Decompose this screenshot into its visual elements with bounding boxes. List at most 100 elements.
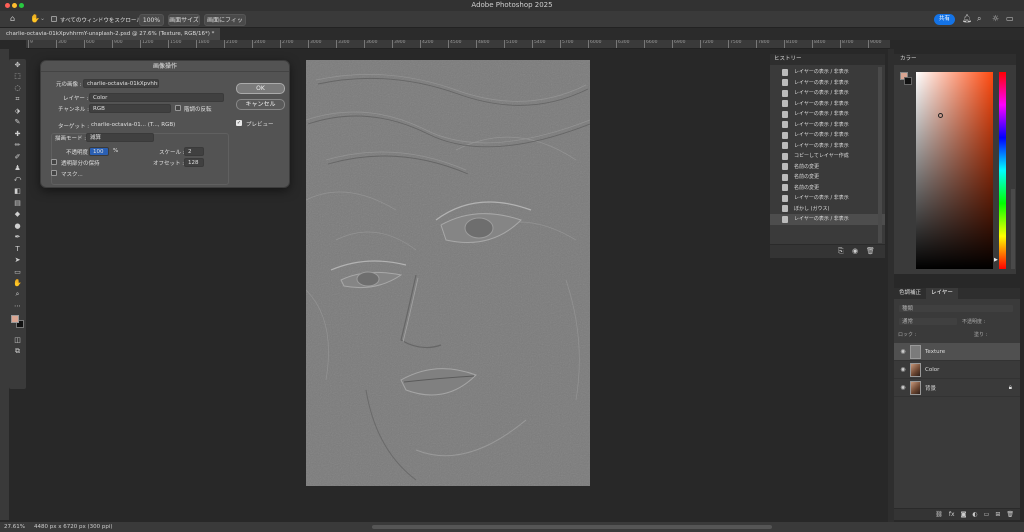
clone-stamp-icon[interactable]: ♟ (9, 163, 26, 175)
zoom-level[interactable]: 27.61% (4, 522, 25, 532)
dodge-tool-icon[interactable]: ● (9, 220, 26, 232)
new-document-from-state-icon[interactable]: ⎘ (838, 247, 844, 256)
search-icon[interactable]: ⌕ (977, 14, 981, 24)
snapshot-camera-icon[interactable]: ◉ (852, 247, 858, 255)
gradient-icon[interactable]: ▤ (9, 197, 26, 209)
color-picker-field[interactable] (916, 72, 993, 269)
document-canvas[interactable] (306, 60, 590, 486)
history-tab[interactable]: ヒストリー (770, 54, 885, 65)
history-item[interactable]: レイヤーの表示 / 非表示 (770, 141, 885, 152)
type-tool-icon[interactable]: T (9, 243, 26, 255)
share-button[interactable]: 共有 (934, 14, 955, 25)
layer-row[interactable]: ◉ 背景 🔒︎ (894, 379, 1020, 397)
history-item[interactable]: レイヤーの表示 / 非表示 (770, 99, 885, 110)
spot-heal-icon[interactable]: ✚ (9, 128, 26, 140)
document-info[interactable]: 4480 px x 6720 px (300 ppi) (34, 522, 113, 532)
shape-tool-icon[interactable]: ▭ (9, 266, 26, 278)
close-window-button[interactable] (5, 3, 10, 8)
tool-preset-chevron-icon[interactable]: ⌄ (40, 15, 45, 22)
blend-mode-select[interactable]: 減算 (86, 133, 154, 142)
preserve-transparency-checkbox[interactable] (51, 159, 57, 165)
workspace-icon[interactable]: ▭ (1006, 14, 1014, 23)
pen-tool-icon[interactable]: ✒ (9, 232, 26, 244)
scroll-all-checkbox[interactable] (51, 16, 57, 22)
path-select-icon[interactable]: ➤ (9, 255, 26, 267)
document-tab[interactable]: charlie-octavia-01kXpvhhrmY-unsplash-2.p… (0, 28, 220, 40)
visibility-eye-icon[interactable]: ◉ (899, 384, 907, 391)
history-item[interactable]: コピーしてレイヤー作成 (770, 151, 885, 162)
history-item[interactable]: レイヤーの表示 / 非表示 (770, 130, 885, 141)
eyedropper-icon[interactable]: ✎ (9, 117, 26, 129)
lightbulb-icon[interactable]: ☼ (992, 14, 999, 23)
new-layer-icon[interactable]: ⊞ (995, 509, 1000, 520)
minimize-window-button[interactable] (12, 3, 17, 8)
crop-tool-icon[interactable]: ⌗ (9, 94, 26, 106)
layer-select[interactable]: Color (89, 93, 224, 102)
channel-select[interactable]: RGB (89, 104, 171, 113)
history-item[interactable]: レイヤーの表示 / 非表示 (770, 78, 885, 89)
history-item[interactable]: レイヤーの表示 / 非表示 (770, 109, 885, 120)
maximize-window-button[interactable] (19, 3, 24, 8)
marquee-tool-icon[interactable]: ⬚ (9, 71, 26, 83)
delete-layer-icon[interactable]: 🗑︎ (1006, 509, 1014, 520)
scale-input[interactable]: 2 (184, 147, 204, 156)
color-panel-scrollbar[interactable] (1011, 189, 1015, 269)
quick-mask-icon[interactable]: ◫ (9, 334, 26, 346)
invert-checkbox[interactable] (175, 105, 181, 111)
history-item[interactable]: レイヤーの表示 / 非表示 (770, 193, 885, 204)
eraser-icon[interactable]: ◧ (9, 186, 26, 198)
color-tab[interactable]: カラー (894, 54, 1016, 65)
fit-screen-button[interactable]: 画面にフィット (204, 14, 246, 35)
bell-icon[interactable]: 🔔︎ (962, 14, 972, 23)
actual-size-button[interactable]: 画面サイズ (168, 14, 200, 26)
blur-tool-icon[interactable]: ◆ (9, 209, 26, 221)
layer-filter-kind-select[interactable]: 種類 (898, 304, 1014, 313)
screen-mode-icon[interactable]: ⧉ (9, 346, 26, 358)
layer-style-icon[interactable]: fx (949, 509, 955, 520)
history-brush-icon[interactable]: ⤺ (9, 174, 26, 186)
more-tools-icon[interactable]: ⋯ (9, 301, 26, 313)
hue-slider[interactable] (999, 72, 1006, 269)
color-swatches[interactable] (9, 312, 26, 334)
offset-input[interactable]: 128 (184, 158, 204, 167)
history-item[interactable]: ぼかし (ガウス) (770, 204, 885, 215)
layer-row[interactable]: ◉ Color (894, 361, 1020, 379)
trash-icon[interactable]: 🗑︎ (866, 247, 875, 255)
history-item[interactable]: レイヤーの表示 / 非表示 (770, 88, 885, 99)
new-group-icon[interactable]: ▭ (984, 509, 990, 520)
history-item[interactable]: 名前の変更 (770, 162, 885, 173)
object-select-icon[interactable]: ⬗ (9, 105, 26, 117)
mask-checkbox[interactable] (51, 170, 57, 176)
history-item[interactable]: レイヤーの表示 / 非表示 (770, 67, 885, 78)
ok-button[interactable]: OK (236, 83, 285, 94)
history-item[interactable]: レイヤーの表示 / 非表示 (770, 120, 885, 131)
preview-checkbox[interactable]: ✓ (236, 120, 242, 126)
hand-tool-icon[interactable]: ✋ (9, 278, 26, 290)
adjustment-layer-icon[interactable]: ◐ (972, 509, 977, 520)
add-mask-icon[interactable]: ◙ (961, 509, 967, 520)
link-layers-icon[interactable]: ⛓ (935, 509, 943, 520)
foreground-color-swatch[interactable] (11, 315, 19, 323)
color-panel-background-swatch[interactable] (904, 77, 912, 85)
visibility-eye-icon[interactable]: ◉ (899, 366, 907, 373)
layer-row[interactable]: ◉ Texture (894, 343, 1020, 361)
history-item[interactable]: 名前の変更 (770, 183, 885, 194)
brush-tool-icon[interactable]: ✏ (9, 140, 26, 152)
adjustments-tab[interactable]: 色調補正 (894, 288, 926, 299)
source-select[interactable]: charlie-octavia-01kXpvhhr... (83, 79, 159, 88)
history-item[interactable]: 名前の変更 (770, 172, 885, 183)
layers-tab[interactable]: レイヤー (926, 288, 958, 299)
cancel-button[interactable]: キャンセル (236, 99, 285, 110)
color-picker-cursor[interactable] (938, 113, 943, 118)
hand-tool-icon[interactable]: ✋ (30, 14, 40, 23)
history-item[interactable]: レイヤーの表示 / 非表示 (770, 214, 885, 225)
horizontal-scrollbar[interactable] (372, 525, 772, 529)
layer-blend-mode-select[interactable]: 通常 (898, 317, 958, 326)
opacity-input[interactable]: 100 (89, 147, 109, 156)
lasso-tool-icon[interactable]: ◌ (9, 82, 26, 94)
home-icon[interactable]: ⌂ (10, 14, 15, 23)
move-tool-icon[interactable]: ✥ (9, 59, 26, 71)
zoom-tool-icon[interactable]: ⌕ (9, 289, 26, 301)
visibility-eye-icon[interactable]: ◉ (899, 348, 907, 355)
hue-slider-handle-icon[interactable]: ▶ (994, 257, 998, 263)
